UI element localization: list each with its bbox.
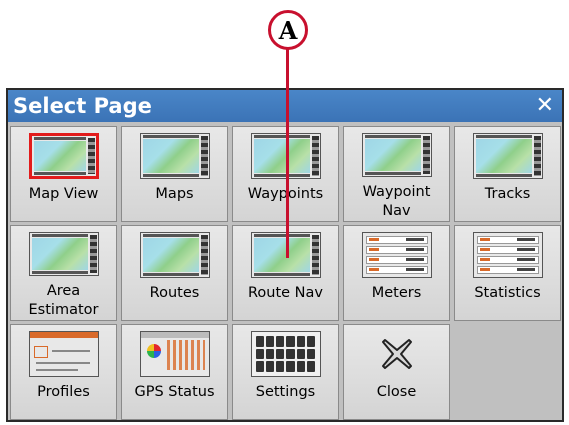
tile-label: Close xyxy=(376,384,417,400)
tile-label: GPS Status xyxy=(134,384,215,400)
close-icon[interactable]: ✕ xyxy=(536,95,554,117)
tile-gps-status[interactable]: GPS Status xyxy=(121,324,228,420)
statistics-icon xyxy=(472,232,543,278)
maps-icon xyxy=(139,133,210,179)
tile-label: Profiles xyxy=(37,384,90,400)
gps-status-icon xyxy=(139,331,210,377)
select-page-dialog: Select Page ✕ Map View Maps Waypoints xyxy=(6,88,564,422)
waypoint-nav-icon xyxy=(361,133,432,177)
tile-tracks[interactable]: Tracks xyxy=(454,126,561,222)
tile-label: Route Nav xyxy=(247,285,323,301)
tile-label: Waypoint Nav xyxy=(362,184,431,219)
tile-label: Map View xyxy=(28,186,99,202)
routes-icon xyxy=(139,232,210,278)
tile-routes[interactable]: Routes xyxy=(121,225,228,321)
tile-label: Statistics xyxy=(474,285,541,301)
area-estimator-icon xyxy=(28,232,99,276)
tile-waypoint-nav[interactable]: Waypoint Nav xyxy=(343,126,450,222)
callout-pointer-line xyxy=(286,48,289,258)
tile-maps[interactable]: Maps xyxy=(121,126,228,222)
profiles-icon xyxy=(28,331,99,377)
empty-slot xyxy=(454,324,561,420)
map-view-icon xyxy=(28,133,99,179)
tile-map-view[interactable]: Map View xyxy=(10,126,117,222)
tile-label: Meters xyxy=(371,285,422,301)
tile-label: Routes xyxy=(149,285,200,301)
settings-icon xyxy=(250,331,321,377)
meters-icon xyxy=(361,232,432,278)
tile-label: Settings xyxy=(255,384,316,400)
tile-close[interactable]: Close xyxy=(343,324,450,420)
tile-meters[interactable]: Meters xyxy=(343,225,450,321)
tile-settings[interactable]: Settings xyxy=(232,324,339,420)
close-x-icon xyxy=(374,331,420,377)
tile-label: Area Estimator xyxy=(28,283,99,318)
tracks-icon xyxy=(472,133,543,179)
tile-label: Tracks xyxy=(484,186,531,202)
tile-statistics[interactable]: Statistics xyxy=(454,225,561,321)
page-grid: Map View Maps Waypoints Waypoint Nav xyxy=(10,126,561,420)
tile-label: Maps xyxy=(155,186,194,202)
titlebar: Select Page ✕ xyxy=(8,90,562,122)
tile-profiles[interactable]: Profiles xyxy=(10,324,117,420)
callout-a: A xyxy=(268,10,308,50)
tile-area-estimator[interactable]: Area Estimator xyxy=(10,225,117,321)
callout-label: A xyxy=(278,15,298,45)
dialog-title: Select Page xyxy=(13,94,152,118)
